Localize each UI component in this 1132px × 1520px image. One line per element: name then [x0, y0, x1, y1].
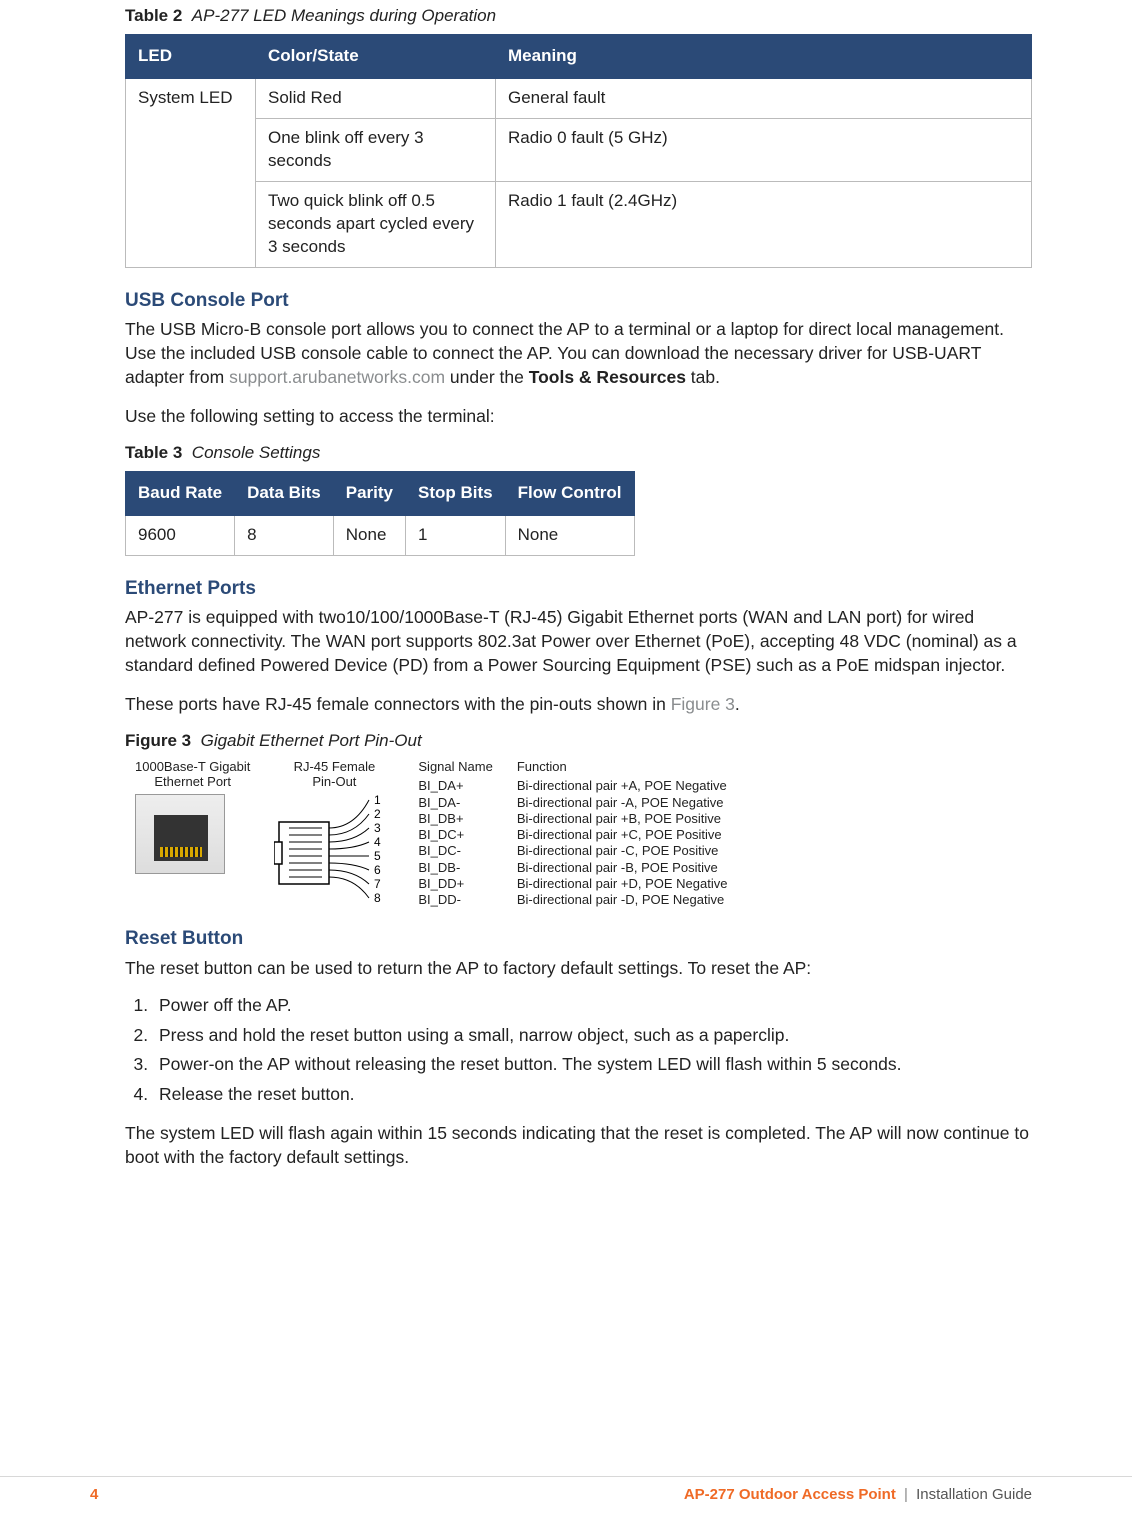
- pin6-function: Bi-directional pair -B, POE Positive: [517, 860, 728, 876]
- support-link[interactable]: support.arubanetworks.com: [229, 367, 445, 387]
- pin6-signal: BI_DB-: [418, 860, 492, 876]
- reset-heading: Reset Button: [125, 926, 1032, 952]
- reset-step-4: Release the reset button.: [153, 1083, 1032, 1107]
- usb-heading: USB Console Port: [125, 288, 1032, 314]
- table2-r2c2: One blink off every 3 seconds: [256, 118, 496, 181]
- pin3-function: Bi-directional pair +B, POE Positive: [517, 811, 728, 827]
- pin7-signal: BI_DD+: [418, 876, 492, 892]
- reset-step-2: Press and hold the reset button using a …: [153, 1024, 1032, 1048]
- reset-step-1: Power off the AP.: [153, 994, 1032, 1018]
- pin4-function: Bi-directional pair +C, POE Positive: [517, 827, 728, 843]
- table2-h3: Meaning: [496, 34, 1032, 78]
- svg-text:6: 6: [374, 863, 381, 877]
- reset-steps: Power off the AP. Press and hold the res…: [125, 994, 1032, 1107]
- page-number: 4: [90, 1485, 98, 1505]
- svg-text:7: 7: [374, 877, 381, 891]
- figure3-col2: RJ-45 Female Pin-Out 1: [274, 759, 394, 904]
- table2-r1c2: Solid Red: [256, 78, 496, 118]
- table3-h1: Baud Rate: [126, 471, 235, 515]
- ethernet-port-icon: [135, 794, 225, 874]
- table2-r1c3: General fault: [496, 78, 1032, 118]
- table2-r1c1: System LED: [126, 78, 256, 267]
- pin8-signal: BI_DD-: [418, 892, 492, 908]
- figure3-col4: Function Bi-directional pair +A, POE Neg…: [517, 759, 728, 909]
- tools-resources-bold: Tools & Resources: [529, 367, 686, 387]
- table3: Baud Rate Data Bits Parity Stop Bits Flo…: [125, 471, 635, 556]
- figure3-col3: Signal Name BI_DA+ BI_DA- BI_DB+ BI_DC+ …: [418, 759, 492, 909]
- table2: LED Color/State Meaning System LED Solid…: [125, 34, 1032, 268]
- reset-paragraph-1: The reset button can be used to return t…: [125, 956, 1032, 980]
- footer-right: AP-277 Outdoor Access Point | Installati…: [684, 1485, 1032, 1505]
- table2-caption-italic: AP-277 LED Meanings during Operation: [192, 6, 496, 25]
- usb-paragraph-1: The USB Micro-B console port allows you …: [125, 317, 1032, 389]
- table2-caption: Table 2 AP-277 LED Meanings during Opera…: [125, 5, 1032, 28]
- eth-paragraph-2: These ports have RJ-45 female connectors…: [125, 692, 1032, 716]
- figure3-col1-title: 1000Base-T Gigabit Ethernet Port: [135, 759, 250, 790]
- svg-text:4: 4: [374, 835, 381, 849]
- eth-heading: Ethernet Ports: [125, 576, 1032, 602]
- svg-text:2: 2: [374, 807, 381, 821]
- table2-h2: Color/State: [256, 34, 496, 78]
- reset-step-3: Power-on the AP without releasing the re…: [153, 1053, 1032, 1077]
- reset-paragraph-2: The system LED will flash again within 1…: [125, 1121, 1032, 1169]
- table3-h2: Data Bits: [235, 471, 334, 515]
- pin3-signal: BI_DB+: [418, 811, 492, 827]
- pin1-signal: BI_DA+: [418, 778, 492, 794]
- table3-caption-italic: Console Settings: [192, 443, 321, 462]
- svg-text:1: 1: [374, 794, 381, 807]
- figure3-caption-italic: Gigabit Ethernet Port Pin-Out: [201, 731, 422, 750]
- figure3-col2-title: RJ-45 Female Pin-Out: [274, 759, 394, 790]
- figure3-diagram: 1000Base-T Gigabit Ethernet Port RJ-45 F…: [125, 759, 1032, 909]
- usb-paragraph-2: Use the following setting to access the …: [125, 404, 1032, 428]
- figure3-caption-bold: Figure 3: [125, 731, 191, 750]
- pin8-function: Bi-directional pair -D, POE Negative: [517, 892, 728, 908]
- table2-r3c3: Radio 1 fault (2.4GHz): [496, 181, 1032, 267]
- pin5-function: Bi-directional pair -C, POE Positive: [517, 843, 728, 859]
- rj45-jack-icon: [154, 815, 208, 861]
- pin2-signal: BI_DA-: [418, 795, 492, 811]
- figure3-col4-title: Function: [517, 759, 728, 775]
- rj45-pinout-icon: 1 2 3 4 5 6 7 8: [274, 794, 404, 904]
- footer-guide-label: Installation Guide: [916, 1486, 1032, 1503]
- table3-r1c5: None: [505, 515, 634, 555]
- table3-r1c4: 1: [406, 515, 506, 555]
- figure3-link[interactable]: Figure 3: [671, 694, 735, 714]
- footer-separator: |: [904, 1486, 908, 1503]
- table3-h3: Parity: [333, 471, 405, 515]
- table3-r1c3: None: [333, 515, 405, 555]
- pin5-signal: BI_DC-: [418, 843, 492, 859]
- svg-text:8: 8: [374, 891, 381, 904]
- footer-doc-title: AP-277 Outdoor Access Point: [684, 1486, 896, 1503]
- table2-r3c2: Two quick blink off 0.5 seconds apart cy…: [256, 181, 496, 267]
- table3-h5: Flow Control: [505, 471, 634, 515]
- svg-text:3: 3: [374, 821, 381, 835]
- table3-caption: Table 3 Console Settings: [125, 442, 1032, 465]
- figure3-col3-title: Signal Name: [418, 759, 492, 775]
- pin7-function: Bi-directional pair +D, POE Negative: [517, 876, 728, 892]
- table3-r1c1: 9600: [126, 515, 235, 555]
- table2-caption-bold: Table 2: [125, 6, 182, 25]
- eth-paragraph-1: AP-277 is equipped with two10/100/1000Ba…: [125, 605, 1032, 677]
- table3-h4: Stop Bits: [406, 471, 506, 515]
- table2-h1: LED: [126, 34, 256, 78]
- table3-r1c2: 8: [235, 515, 334, 555]
- pin2-function: Bi-directional pair -A, POE Negative: [517, 795, 728, 811]
- table2-r2c3: Radio 0 fault (5 GHz): [496, 118, 1032, 181]
- svg-text:5: 5: [374, 849, 381, 863]
- pin1-function: Bi-directional pair +A, POE Negative: [517, 778, 728, 794]
- figure3-caption: Figure 3 Gigabit Ethernet Port Pin-Out: [125, 730, 1032, 753]
- figure3-col1: 1000Base-T Gigabit Ethernet Port: [135, 759, 250, 874]
- pin4-signal: BI_DC+: [418, 827, 492, 843]
- page-footer: 4 AP-277 Outdoor Access Point | Installa…: [0, 1476, 1132, 1505]
- table3-caption-bold: Table 3: [125, 443, 182, 462]
